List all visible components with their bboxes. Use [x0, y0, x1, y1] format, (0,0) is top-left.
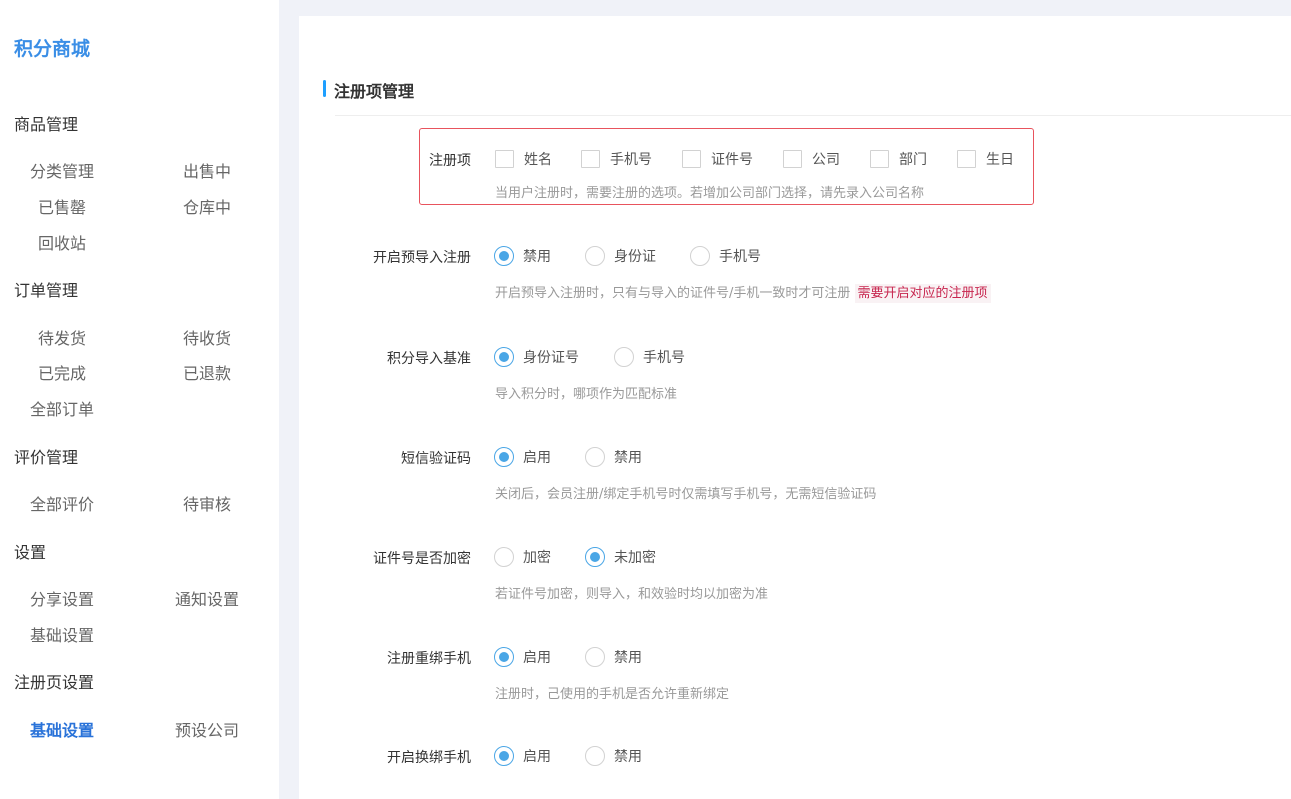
nav-item-basic-settings[interactable]: 基础设置	[7, 622, 117, 646]
points-import-label: 积分导入基准	[387, 351, 471, 367]
id-encrypt-label: 证件号是否加密	[373, 551, 471, 567]
radio-label: 身份证	[614, 249, 656, 265]
radio-points-phone[interactable]: 手机号	[614, 347, 685, 367]
sms-code-hint: 关闭后，会员注册/绑定手机号时仅需填写手机号，无需短信验证码	[495, 487, 877, 502]
checkbox-label: 生日	[986, 152, 1014, 168]
sms-code-label: 短信验证码	[401, 451, 471, 467]
checkbox-label: 部门	[899, 152, 927, 168]
nav-item-category[interactable]: 分类管理	[7, 158, 117, 182]
radio-button[interactable]	[585, 647, 605, 667]
section-title: 注册项管理	[323, 78, 414, 102]
radio-label: 未加密	[614, 550, 656, 566]
nav-group-settings: 设置	[14, 543, 47, 562]
reg-items-label: 注册项	[429, 153, 471, 169]
checkbox-name[interactable]: 姓名	[495, 149, 552, 169]
radio-encrypt-no[interactable]: 未加密	[585, 547, 656, 567]
radio-label: 启用	[523, 749, 551, 765]
nav-item-to-receive[interactable]: 待收货	[152, 325, 262, 349]
radio-rebind-disable[interactable]: 禁用	[585, 647, 642, 667]
radio-label: 启用	[523, 650, 551, 666]
radio-encrypt-yes[interactable]: 加密	[494, 547, 551, 567]
radio-button[interactable]	[690, 246, 710, 266]
radio-label: 启用	[523, 450, 551, 466]
sidebar: 积分商城 商品管理 分类管理 出售中 已售罄 仓库中 回收站 订单管理 待发货 …	[0, 0, 279, 799]
nav-item-completed[interactable]: 已完成	[7, 360, 117, 384]
nav-item-refunded[interactable]: 已退款	[152, 360, 262, 384]
nav-group-orders: 订单管理	[14, 281, 79, 300]
radio-button[interactable]	[494, 647, 514, 667]
radio-preimport-disable[interactable]: 禁用	[494, 246, 551, 266]
points-import-hint: 导入积分时，哪项作为匹配标准	[495, 387, 678, 402]
main-panel: 注册项管理 注册项 姓名 手机号 证件号 公司 部门 生日 当用户注册时，需要注…	[299, 16, 1291, 799]
checkbox-box[interactable]	[495, 150, 514, 168]
nav-group-goods: 商品管理	[14, 115, 79, 134]
radio-label: 禁用	[614, 650, 642, 666]
radio-label: 禁用	[523, 249, 551, 265]
checkbox-company[interactable]: 公司	[783, 149, 840, 169]
radio-label: 身份证号	[523, 350, 579, 366]
nav-item-warehouse[interactable]: 仓库中	[152, 194, 262, 218]
nav-item-to-ship[interactable]: 待发货	[7, 325, 117, 349]
preimport-hint: 开启预导入注册时，只有与导入的证件号/手机一致时才可注册 需要开启对应的注册项	[495, 282, 991, 303]
preimport-warning: 需要开启对应的注册项	[854, 284, 991, 303]
checkbox-label: 手机号	[610, 152, 652, 168]
radio-label: 加密	[523, 550, 551, 566]
radio-sms-disable[interactable]: 禁用	[585, 447, 642, 467]
nav-item-notify-settings[interactable]: 通知设置	[152, 586, 262, 610]
checkbox-birthday[interactable]: 生日	[957, 149, 1014, 169]
nav-item-pending-review[interactable]: 待审核	[152, 491, 262, 515]
radio-button[interactable]	[494, 246, 514, 266]
radio-preimport-phone[interactable]: 手机号	[690, 246, 761, 266]
nav-item-share-settings[interactable]: 分享设置	[7, 586, 117, 610]
checkbox-box[interactable]	[783, 150, 802, 168]
nav-item-on-sale[interactable]: 出售中	[152, 158, 262, 182]
id-encrypt-hint: 若证件号加密，则导入，和效验时均以加密为准	[495, 587, 769, 602]
rebind-phone-label: 注册重绑手机	[387, 651, 471, 667]
preimport-label: 开启预导入注册	[373, 250, 471, 266]
rebind-phone-hint: 注册时，己使用的手机是否允许重新绑定	[495, 687, 730, 702]
nav-group-reviews: 评价管理	[14, 448, 79, 467]
checkbox-label: 证件号	[711, 152, 753, 168]
radio-button[interactable]	[494, 746, 514, 766]
checkbox-box[interactable]	[581, 150, 600, 168]
radio-switch-enable[interactable]: 启用	[494, 746, 551, 766]
radio-switch-disable[interactable]: 禁用	[585, 746, 642, 766]
brand-title: 积分商城	[14, 38, 91, 60]
radio-points-idcard[interactable]: 身份证号	[494, 347, 579, 367]
nav-group-register-page: 注册页设置	[14, 673, 95, 692]
section-divider	[335, 115, 1291, 116]
radio-button[interactable]	[585, 447, 605, 467]
nav-item-preset-company[interactable]: 预设公司	[152, 717, 262, 741]
radio-button[interactable]	[585, 246, 605, 266]
checkbox-department[interactable]: 部门	[870, 149, 927, 169]
radio-label: 手机号	[719, 249, 761, 265]
radio-button[interactable]	[494, 547, 514, 567]
reg-items-hint: 当用户注册时，需要注册的选项。若增加公司部门选择，请先录入公司名称	[495, 186, 925, 201]
radio-preimport-idcard[interactable]: 身份证	[585, 246, 656, 266]
checkbox-label: 姓名	[524, 152, 552, 168]
radio-button[interactable]	[494, 347, 514, 367]
nav-item-recycle[interactable]: 回收站	[7, 230, 117, 254]
radio-label: 禁用	[614, 749, 642, 765]
preimport-hint-text: 开启预导入注册时，只有与导入的证件号/手机一致时才可注册	[495, 286, 851, 301]
checkbox-id-number[interactable]: 证件号	[682, 149, 753, 169]
checkbox-box[interactable]	[870, 150, 889, 168]
radio-label: 禁用	[614, 450, 642, 466]
switch-phone-label: 开启换绑手机	[387, 750, 471, 766]
radio-label: 手机号	[643, 350, 685, 366]
checkbox-phone[interactable]: 手机号	[581, 149, 652, 169]
radio-button[interactable]	[585, 746, 605, 766]
nav-item-register-basic-settings[interactable]: 基础设置	[7, 717, 117, 741]
checkbox-box[interactable]	[682, 150, 701, 168]
radio-button[interactable]	[585, 547, 605, 567]
checkbox-label: 公司	[812, 152, 840, 168]
radio-button[interactable]	[494, 447, 514, 467]
nav-item-all-orders[interactable]: 全部订单	[7, 396, 117, 420]
radio-sms-enable[interactable]: 启用	[494, 447, 551, 467]
nav-item-all-reviews[interactable]: 全部评价	[7, 491, 117, 515]
radio-rebind-enable[interactable]: 启用	[494, 647, 551, 667]
checkbox-box[interactable]	[957, 150, 976, 168]
nav-item-sold-out[interactable]: 已售罄	[7, 194, 117, 218]
radio-button[interactable]	[614, 347, 634, 367]
